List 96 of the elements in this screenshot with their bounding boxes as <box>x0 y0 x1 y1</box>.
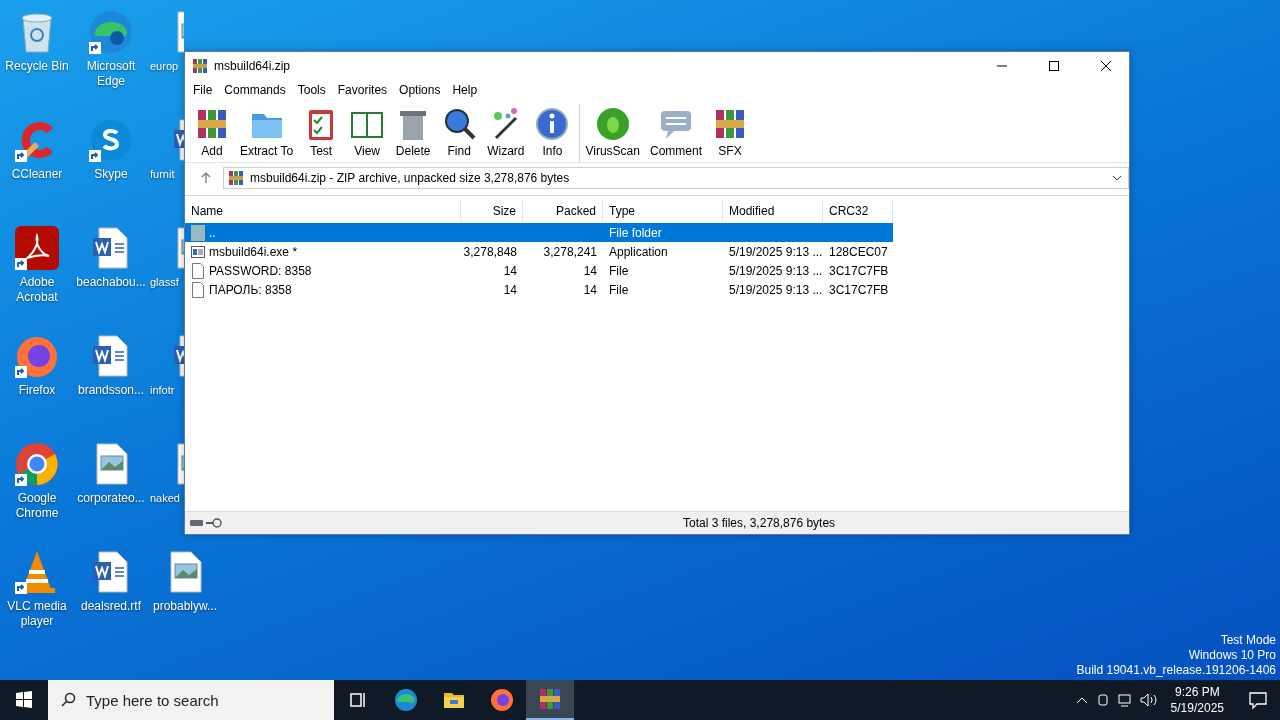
desktop-info-text: Build 19041.vb_release.191206-1406 <box>1076 663 1276 678</box>
file-name: PASSWORD: 8358 <box>209 263 312 278</box>
table-cell: 14 <box>583 263 597 278</box>
desktop-icon-label: furnit <box>150 167 175 182</box>
search-icon <box>60 692 76 708</box>
table-cell: 5/19/2025 9:13 ... <box>729 263 823 278</box>
desktop-icon-label: glassf <box>150 275 179 290</box>
menu-item[interactable]: Favorites <box>331 83 394 97</box>
toolbar-button[interactable]: Test <box>298 104 345 162</box>
edge-icon[interactable] <box>87 8 135 56</box>
table-cell: File folder <box>609 225 662 240</box>
search-field[interactable]: Type here to search <box>48 680 334 720</box>
clock-time: 9:26 PM <box>1174 684 1220 700</box>
chrome-icon[interactable] <box>13 440 61 488</box>
virus-icon <box>594 106 631 142</box>
table-cell: 3C17C7FB <box>829 263 889 278</box>
table-cell: 5/19/2025 9:13 ... <box>729 244 823 259</box>
winrar-taskbar-button[interactable] <box>526 680 574 720</box>
table-cell: 3C17C7FB <box>829 282 889 297</box>
status-text: Total 3 files, 3,278,876 bytes <box>683 516 836 530</box>
menu-item[interactable]: Tools <box>291 83 332 97</box>
clock-date: 5/19/2025 <box>1170 700 1224 716</box>
system-tray-icons[interactable] <box>1074 692 1159 708</box>
archive-icon <box>192 58 208 74</box>
toolbar-button[interactable]: SFX <box>707 104 753 162</box>
notification-icon[interactable] <box>1248 690 1268 710</box>
desktop-icon-label: beachabou... <box>76 275 146 290</box>
column-header[interactable]: Name <box>185 200 461 222</box>
firefox-icon <box>490 688 514 712</box>
desktop-icon-label: europ <box>150 59 179 74</box>
winrar-icon <box>538 687 562 711</box>
toolbar-button[interactable]: VirusScan <box>579 104 645 162</box>
table-cell: File <box>609 282 629 297</box>
table-cell: 14 <box>503 263 517 278</box>
column-header[interactable]: CRC32 <box>823 200 893 222</box>
toolbar-button[interactable]: Extract To <box>235 104 299 162</box>
folder-icon <box>191 224 205 241</box>
up-arrow-icon[interactable] <box>199 171 213 185</box>
desktop-icon-label: corporateo... <box>77 491 145 506</box>
column-header[interactable]: Packed <box>523 200 603 222</box>
file-row[interactable]: ПАРОЛЬ: 8358 14 14 File 5/19/2025 9:13 ... 3C17C7FB <box>185 280 893 299</box>
table-cell: 14 <box>503 282 517 297</box>
table-cell: 14 <box>583 282 597 297</box>
table-cell: File <box>609 263 629 278</box>
desktop-icon-label: probablyw... <box>152 599 217 614</box>
file-icon <box>191 281 205 298</box>
acrobat-icon[interactable] <box>13 224 61 272</box>
desktop-icon-label: Skype <box>94 167 128 182</box>
window-title: msbuild64i.zip <box>214 59 291 73</box>
address-field[interactable]: msbuild64i.zip - ZIP archive, unpacked size 3,278,876 bytes <box>223 167 1129 189</box>
table-cell: 5/19/2025 9:13 ... <box>729 282 823 297</box>
toolbar-button[interactable]: Comment <box>644 104 707 162</box>
toolbar-button[interactable]: Wizard <box>482 104 530 162</box>
toolbar-button[interactable]: View <box>344 104 391 162</box>
desktop-icon-label: Adobe Acrobat <box>15 275 59 305</box>
task-view-icon[interactable] <box>348 690 368 710</box>
toolbar-button[interactable]: Find <box>436 104 483 162</box>
file-icon <box>191 262 205 279</box>
exe-icon <box>191 243 205 260</box>
column-header[interactable]: Modified <box>723 200 823 222</box>
desktop-info-text: Test Mode <box>1220 633 1276 648</box>
table-cell: Application <box>609 244 668 259</box>
column-header[interactable]: Size <box>461 200 523 222</box>
file-row[interactable]: .. File folder <box>185 223 893 242</box>
menu-item[interactable]: Options <box>393 83 447 97</box>
table-cell: 3,278,241 <box>543 244 597 259</box>
drive-key-icon <box>189 517 223 529</box>
desktop-icon-label: naked <box>150 491 180 506</box>
edge-icon <box>394 688 418 712</box>
table-cell: 128CEC07 <box>829 244 888 259</box>
toolbar-button[interactable]: Info <box>529 104 576 162</box>
desktop-icon-label: Microsoft Edge <box>85 59 137 89</box>
start-button[interactable] <box>14 690 34 710</box>
desktop-icon-label: CCleaner <box>11 167 63 182</box>
column-header[interactable]: Type <box>603 200 723 222</box>
file-row[interactable]: PASSWORD: 8358 14 14 File 5/19/2025 9:13 ... 3C17C7FB <box>185 261 893 280</box>
menu-item[interactable]: Commands <box>218 83 292 97</box>
desktop-icon-label: VLC media player <box>6 599 68 629</box>
desktop-icon-label: Google Chrome <box>14 491 60 521</box>
archive-icon <box>228 170 244 186</box>
desktop-icon-label: Recycle Bin <box>5 59 69 74</box>
menu-item[interactable]: File <box>187 83 219 97</box>
toolbar-button[interactable]: Delete <box>390 104 437 162</box>
file-name: .. <box>209 225 216 240</box>
file-row[interactable]: msbuild64i.exe * 3,278,848 3,278,241 Application 5/19/2025 9:13 ... 128CEC07 <box>185 242 893 261</box>
desktop-icon-label: brandsson... <box>77 383 144 398</box>
table-cell: 3,278,848 <box>463 244 517 259</box>
desktop-icon-label: Firefox <box>18 383 56 398</box>
desktop-info-text: Windows 10 Pro <box>1188 648 1276 663</box>
desktop-icon-label: dealsred.rtf <box>81 599 141 614</box>
desktop-icon-label: infotr <box>150 383 175 398</box>
file-name: msbuild64i.exe * <box>209 244 298 259</box>
file-name: ПАРОЛЬ: 8358 <box>209 282 292 297</box>
toolbar-button[interactable]: Add <box>189 104 235 162</box>
menu-item[interactable]: Help <box>446 83 484 97</box>
info-icon <box>534 106 571 142</box>
